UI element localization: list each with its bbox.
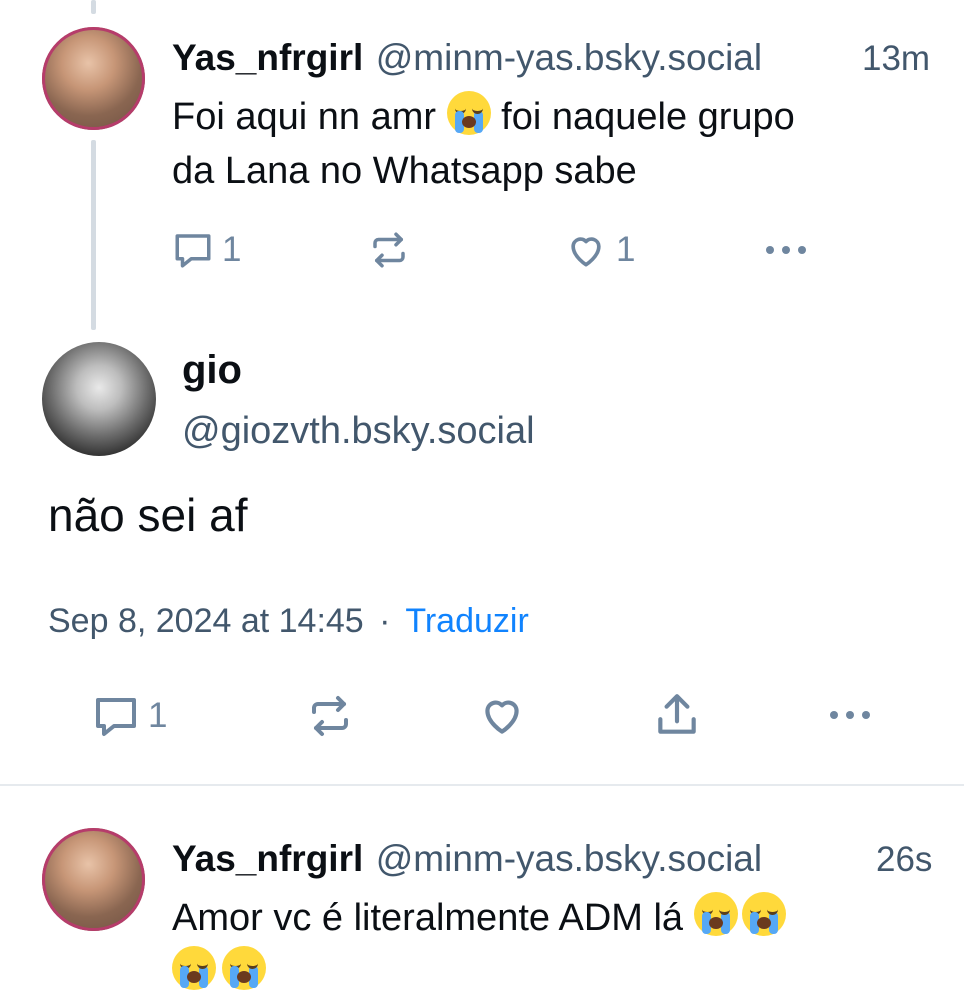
like-icon — [571, 237, 601, 267]
author-name[interactable]: gio — [182, 348, 242, 393]
divider — [0, 784, 964, 786]
post-text: Foi aqui nn amr foi naquele grupo da Lan… — [172, 90, 932, 198]
avatar[interactable] — [42, 342, 156, 456]
post-date: Sep 8, 2024 at 14:45 — [48, 602, 364, 640]
more-options-button[interactable] — [762, 228, 810, 272]
reply-count: 1 — [148, 696, 168, 735]
repost-icon — [373, 232, 405, 268]
like-icon — [485, 700, 519, 734]
post-meta: Sep 8, 2024 at 14:45 · Traduzir — [48, 602, 529, 641]
meta-separator: · — [379, 602, 391, 640]
like-button[interactable] — [476, 690, 528, 740]
repost-button[interactable] — [368, 228, 410, 272]
loudly-crying-face-emoji — [741, 892, 786, 936]
author-name[interactable]: Yas_nfrgirl — [172, 37, 363, 78]
reply-icon — [175, 234, 211, 268]
post-time[interactable]: 26s — [876, 840, 932, 880]
thread-line-top — [91, 0, 96, 14]
like-button[interactable]: 1 — [564, 228, 635, 272]
post-text: não sei af — [48, 489, 248, 541]
like-count: 1 — [616, 230, 636, 269]
reply-button[interactable]: 1 — [92, 692, 167, 740]
repost-button[interactable] — [306, 692, 354, 740]
post-time[interactable]: 13m — [862, 39, 930, 79]
avatar[interactable] — [42, 828, 145, 931]
loudly-crying-face-emoji — [222, 946, 266, 990]
author-handle[interactable]: @giozvth.bsky.social — [182, 410, 535, 453]
more-options-button[interactable] — [826, 692, 874, 738]
post-header: Yas_nfrgirl @minm-yas.bsky.social 13m — [172, 37, 952, 83]
loudly-crying-face-emoji — [693, 892, 738, 936]
more-icon — [830, 711, 870, 719]
share-icon — [658, 694, 696, 734]
share-button[interactable] — [652, 690, 702, 740]
avatar[interactable] — [42, 27, 145, 130]
translate-link[interactable]: Traduzir — [405, 602, 528, 640]
loudly-crying-face-emoji — [446, 91, 491, 135]
author-name[interactable]: Yas_nfrgirl — [172, 838, 363, 879]
reply-button[interactable]: 1 — [172, 228, 241, 272]
loudly-crying-face-emoji — [172, 946, 216, 990]
reply-icon — [96, 698, 136, 736]
author-handle[interactable]: @minm-yas.bsky.social — [376, 37, 762, 78]
post-text: Amor vc é literalmente ADM lá — [172, 891, 932, 999]
reply-count: 1 — [222, 230, 242, 269]
repost-icon — [312, 696, 348, 736]
thread-line — [91, 140, 96, 330]
post-header: Yas_nfrgirl @minm-yas.bsky.social 26s — [172, 838, 952, 884]
more-icon — [766, 246, 806, 254]
author-handle[interactable]: @minm-yas.bsky.social — [376, 838, 762, 879]
